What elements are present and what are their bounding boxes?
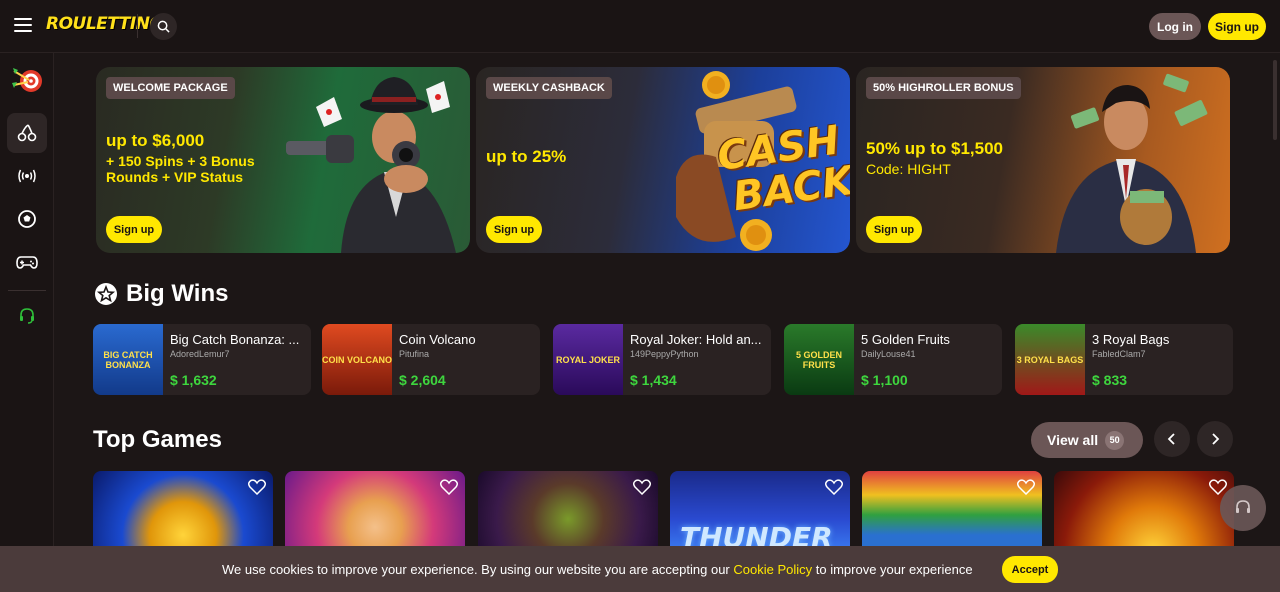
promo-banner-welcome[interactable]: WELCOME PACKAGE up to $6,000 + 150 Spins… [96, 67, 470, 253]
sidebar-item-sports[interactable] [7, 199, 47, 239]
scrollbar[interactable] [1273, 60, 1277, 140]
cherries-icon [17, 124, 37, 142]
promo-banner-cashback[interactable]: CASH BACK WEEKLY CASHBACK up to 25% Sign… [476, 67, 850, 253]
cookie-banner: We use cookies to improve your experienc… [0, 546, 1280, 592]
signup-button[interactable]: Sign up [1208, 13, 1266, 40]
chevron-left-icon [1167, 433, 1175, 445]
promo-signup-button[interactable]: Sign up [106, 216, 162, 243]
heart-icon[interactable] [440, 479, 458, 495]
win-card[interactable]: ROYAL JOKER Royal Joker: Hold an... 149P… [553, 324, 771, 395]
heart-icon[interactable] [633, 479, 651, 495]
search-button[interactable] [150, 13, 177, 40]
sidebar-item-home[interactable] [7, 60, 47, 100]
promo-banner-highroller[interactable]: 50% HIGHROLLER BONUS 50% up to $1,500 Co… [856, 67, 1230, 253]
cookie-text-before: We use cookies to improve your experienc… [222, 562, 734, 577]
heart-icon[interactable] [248, 479, 266, 495]
win-game-name: 3 Royal Bags [1092, 332, 1170, 347]
soccer-ball-icon [18, 210, 36, 228]
win-game-name: 5 Golden Fruits [861, 332, 950, 347]
win-username: Pitufina [399, 349, 430, 359]
cookie-text-after: to improve your experience [812, 562, 973, 577]
promo-title: up to $6,000 [106, 131, 205, 150]
header-divider [137, 14, 138, 38]
win-username: DailyLouse41 [861, 349, 916, 359]
sidebar-divider [8, 290, 46, 291]
header: ROULETTINO Log in Sign up [0, 0, 1280, 53]
gangster-illustration [286, 77, 456, 253]
game-thumbnail: ROYAL JOKER [553, 324, 623, 395]
view-all-button[interactable]: View all 50 [1031, 422, 1143, 458]
carousel-prev-button[interactable] [1154, 421, 1190, 457]
win-game-name: Royal Joker: Hold an... [630, 332, 762, 347]
heart-icon[interactable] [1017, 479, 1035, 495]
promo-title: up to 25% [486, 147, 567, 166]
view-all-label: View all [1047, 432, 1099, 448]
game-card[interactable] [478, 471, 658, 551]
chevron-right-icon [1212, 433, 1220, 445]
game-card[interactable] [285, 471, 465, 551]
logo[interactable]: ROULETTINO [46, 14, 164, 34]
promo-title: 50% up to $1,500 [866, 139, 1004, 158]
cookie-policy-link[interactable]: Cookie Policy [733, 562, 812, 577]
win-game-name: Coin Volcano [399, 332, 476, 347]
win-card[interactable]: COIN VOLCANO Coin Volcano Pitufina $ 2,6… [322, 324, 540, 395]
win-username: 149PeppyPython [630, 349, 699, 359]
promo-code: Code: HIGHT [866, 161, 951, 177]
win-amount: $ 1,100 [861, 372, 908, 388]
big-wins-title: Big Wins [126, 280, 229, 307]
sidebar [0, 53, 54, 592]
win-amount: $ 2,604 [399, 372, 446, 388]
search-icon [157, 20, 170, 33]
promo-signup-button[interactable]: Sign up [486, 216, 542, 243]
game-thumbnail: BIG CATCH BONANZA [93, 324, 163, 395]
promo-tag: WELCOME PACKAGE [106, 77, 235, 99]
game-card[interactable]: THUNDER [670, 471, 850, 551]
heart-icon[interactable] [825, 479, 843, 495]
game-card[interactable] [93, 471, 273, 551]
sidebar-item-games[interactable] [7, 242, 47, 282]
game-thumbnail: COIN VOLCANO [322, 324, 392, 395]
win-card[interactable]: 3 ROYAL BAGS 3 Royal Bags FabledClam7 $ … [1015, 324, 1233, 395]
live-broadcast-icon [18, 169, 36, 183]
promo-tag: 50% HIGHROLLER BONUS [866, 77, 1021, 99]
win-username: AdoredLemur7 [170, 349, 230, 359]
win-amount: $ 1,434 [630, 372, 677, 388]
businessman-illustration [1056, 73, 1208, 253]
win-username: FabledClam7 [1092, 349, 1146, 359]
gamepad-icon [16, 256, 38, 269]
sidebar-item-live[interactable] [7, 156, 47, 196]
sidebar-item-support[interactable] [7, 296, 47, 336]
game-card[interactable] [1054, 471, 1234, 551]
games-count-badge: 50 [1105, 430, 1125, 450]
game-card[interactable] [862, 471, 1042, 551]
sidebar-item-slots[interactable] [7, 113, 47, 153]
darts-icon [12, 68, 42, 92]
top-games-title: Top Games [93, 426, 222, 453]
login-button[interactable]: Log in [1149, 13, 1201, 40]
win-amount: $ 833 [1092, 372, 1128, 388]
game-thumbnail: 5 GOLDEN FRUITS [784, 324, 854, 395]
win-card[interactable]: BIG CATCH BONANZA Big Catch Bonanza: ...… [93, 324, 311, 395]
promo-subtitle-line2: Rounds + VIP Status [106, 169, 244, 185]
cookie-accept-button[interactable]: Accept [1002, 556, 1058, 583]
win-amount: $ 1,632 [170, 372, 217, 388]
menu-icon[interactable] [14, 18, 32, 32]
carousel-next-button[interactable] [1197, 421, 1233, 457]
star-circle-icon [95, 283, 117, 305]
promo-signup-button[interactable]: Sign up [866, 216, 922, 243]
game-thumbnail: 3 ROYAL BAGS [1015, 324, 1085, 395]
cookie-text: We use cookies to improve your experienc… [222, 562, 973, 577]
headset-icon [1236, 500, 1250, 513]
promo-subtitle-line1: + 150 Spins + 3 Bonus [106, 153, 255, 169]
win-card[interactable]: 5 GOLDEN FRUITS 5 Golden Fruits DailyLou… [784, 324, 1002, 395]
promo-tag: WEEKLY CASHBACK [486, 77, 612, 99]
support-chat-button[interactable] [1220, 485, 1266, 531]
win-game-name: Big Catch Bonanza: ... [170, 332, 300, 347]
support-headset-icon [20, 308, 34, 324]
